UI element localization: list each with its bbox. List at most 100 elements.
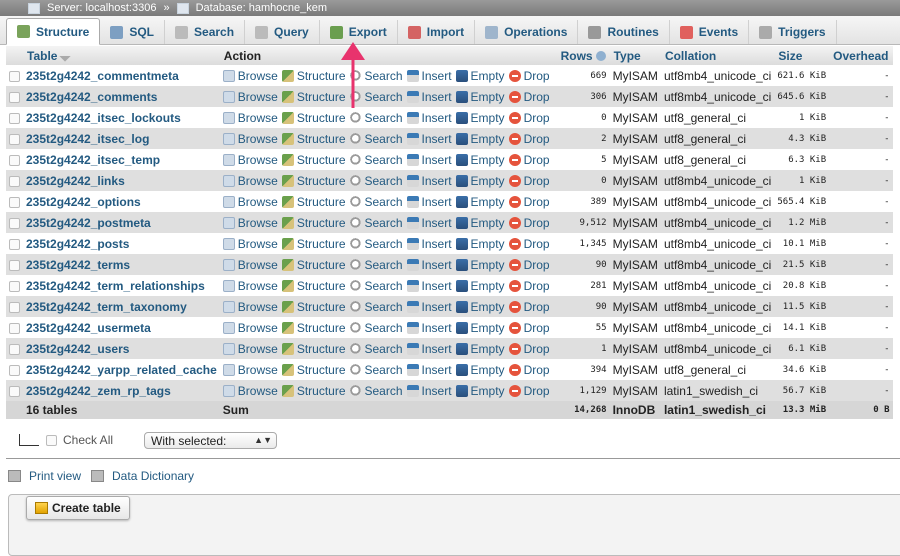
browse-action[interactable]: Browse [222, 195, 278, 209]
drop-action[interactable]: Drop [508, 300, 550, 314]
search-action[interactable]: Search [349, 111, 403, 125]
tab-import[interactable]: Import [398, 20, 476, 44]
structure-action[interactable]: Structure [281, 258, 346, 272]
table-name-link[interactable]: 235t2g4242_postmeta [26, 216, 151, 230]
browse-action[interactable]: Browse [222, 216, 278, 230]
search-action[interactable]: Search [349, 384, 403, 398]
drop-action[interactable]: Drop [508, 90, 550, 104]
table-name-link[interactable]: 235t2g4242_users [26, 342, 129, 356]
browse-action[interactable]: Browse [222, 363, 278, 377]
search-action[interactable]: Search [349, 153, 403, 167]
browse-action[interactable]: Browse [222, 300, 278, 314]
data-dictionary-link[interactable]: Data Dictionary [112, 469, 194, 483]
empty-action[interactable]: Empty [455, 111, 505, 125]
insert-action[interactable]: Insert [406, 90, 452, 104]
row-checkbox[interactable] [9, 154, 20, 166]
insert-action[interactable]: Insert [406, 111, 452, 125]
tab-routines[interactable]: Routines [578, 20, 670, 44]
browse-action[interactable]: Browse [222, 342, 278, 356]
empty-action[interactable]: Empty [455, 321, 505, 335]
drop-action[interactable]: Drop [508, 342, 550, 356]
size-cell[interactable]: 1.2 MiB [774, 212, 829, 233]
table-name-link[interactable]: 235t2g4242_options [26, 195, 141, 209]
table-name-link[interactable]: 235t2g4242_commentmeta [26, 69, 179, 83]
header-rows[interactable]: Rows [556, 46, 610, 65]
row-checkbox[interactable] [9, 280, 20, 292]
help-icon[interactable] [595, 51, 606, 62]
row-checkbox[interactable] [9, 196, 20, 208]
row-checkbox[interactable] [9, 133, 20, 145]
drop-action[interactable]: Drop [508, 363, 550, 377]
empty-action[interactable]: Empty [455, 195, 505, 209]
row-checkbox[interactable] [9, 301, 20, 313]
size-cell[interactable]: 621.6 KiB [774, 65, 829, 86]
browse-action[interactable]: Browse [222, 132, 278, 146]
drop-action[interactable]: Drop [508, 195, 550, 209]
insert-action[interactable]: Insert [406, 321, 452, 335]
empty-action[interactable]: Empty [455, 69, 505, 83]
breadcrumb-server[interactable]: Server: localhost:3306 [47, 2, 156, 14]
empty-action[interactable]: Empty [455, 153, 505, 167]
drop-action[interactable]: Drop [508, 111, 550, 125]
header-size[interactable]: Size [774, 46, 830, 65]
tab-operations[interactable]: Operations [475, 20, 579, 44]
structure-action[interactable]: Structure [281, 384, 346, 398]
tab-structure[interactable]: Structure [6, 18, 101, 45]
browse-action[interactable]: Browse [222, 384, 278, 398]
row-checkbox[interactable] [9, 343, 20, 355]
browse-action[interactable]: Browse [222, 258, 278, 272]
drop-action[interactable]: Drop [508, 132, 550, 146]
search-action[interactable]: Search [349, 258, 403, 272]
row-checkbox[interactable] [9, 217, 20, 229]
insert-action[interactable]: Insert [406, 174, 452, 188]
structure-action[interactable]: Structure [281, 174, 346, 188]
insert-action[interactable]: Insert [406, 363, 452, 377]
row-checkbox[interactable] [9, 385, 20, 397]
table-name-link[interactable]: 235t2g4242_usermeta [26, 321, 151, 335]
row-checkbox[interactable] [9, 238, 20, 250]
table-name-link[interactable]: 235t2g4242_itsec_log [26, 132, 149, 146]
size-cell[interactable]: 21.5 KiB [774, 254, 829, 275]
structure-action[interactable]: Structure [281, 342, 346, 356]
search-action[interactable]: Search [349, 195, 403, 209]
table-name-link[interactable]: 235t2g4242_term_taxonomy [26, 300, 187, 314]
drop-action[interactable]: Drop [508, 153, 550, 167]
search-action[interactable]: Search [349, 132, 403, 146]
empty-action[interactable]: Empty [455, 384, 505, 398]
search-action[interactable]: Search [349, 321, 403, 335]
check-all-label[interactable]: Check All [63, 433, 113, 447]
empty-action[interactable]: Empty [455, 300, 505, 314]
empty-action[interactable]: Empty [455, 174, 505, 188]
browse-action[interactable]: Browse [222, 174, 278, 188]
search-action[interactable]: Search [349, 342, 403, 356]
insert-action[interactable]: Insert [406, 258, 452, 272]
empty-action[interactable]: Empty [455, 279, 505, 293]
size-cell[interactable]: 645.6 KiB [774, 86, 829, 107]
table-name-link[interactable]: 235t2g4242_links [26, 174, 125, 188]
structure-action[interactable]: Structure [281, 195, 346, 209]
structure-action[interactable]: Structure [281, 363, 346, 377]
table-name-link[interactable]: 235t2g4242_zem_rp_tags [26, 384, 171, 398]
print-view-link[interactable]: Print view [29, 469, 81, 483]
search-action[interactable]: Search [349, 216, 403, 230]
insert-action[interactable]: Insert [406, 300, 452, 314]
search-action[interactable]: Search [349, 300, 403, 314]
structure-action[interactable]: Structure [281, 279, 346, 293]
empty-action[interactable]: Empty [455, 237, 505, 251]
header-table[interactable]: Table [23, 46, 220, 65]
structure-action[interactable]: Structure [281, 132, 346, 146]
breadcrumb-database[interactable]: Database: hamhocne_kem [196, 2, 327, 14]
size-cell[interactable]: 56.7 KiB [774, 380, 829, 401]
size-cell[interactable]: 14.1 KiB [774, 317, 829, 338]
tab-events[interactable]: Events [670, 20, 750, 44]
size-cell[interactable]: 4.3 KiB [774, 128, 829, 149]
insert-action[interactable]: Insert [406, 384, 452, 398]
size-cell[interactable]: 1 KiB [774, 107, 829, 128]
structure-action[interactable]: Structure [281, 90, 346, 104]
structure-action[interactable]: Structure [281, 237, 346, 251]
empty-action[interactable]: Empty [455, 258, 505, 272]
tab-triggers[interactable]: Triggers [749, 20, 837, 44]
drop-action[interactable]: Drop [508, 174, 550, 188]
insert-action[interactable]: Insert [406, 132, 452, 146]
empty-action[interactable]: Empty [455, 216, 505, 230]
